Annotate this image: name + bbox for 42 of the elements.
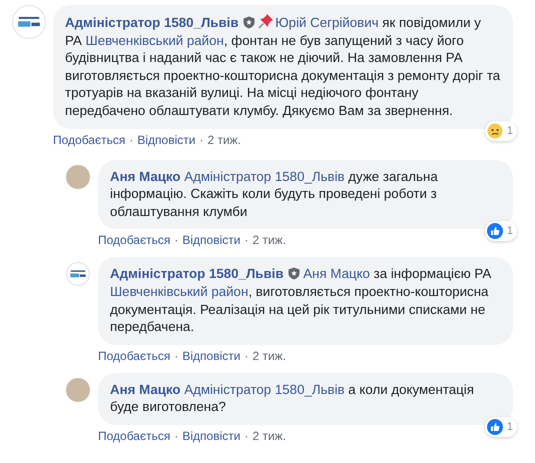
timestamp[interactable]: 2 тиж. (252, 428, 286, 444)
author-link[interactable]: Аня Мацко (110, 168, 180, 184)
mention-link[interactable]: Юрій Сегрійович (275, 15, 379, 30)
separator-dot: · (129, 132, 134, 148)
timestamp[interactable]: 2 тиж. (252, 232, 286, 248)
mention-link[interactable]: Адміністратор 1580_Львів (184, 168, 345, 184)
action-link[interactable]: Відповісти (182, 428, 240, 444)
logo-avatar-icon (66, 262, 90, 286)
action-link[interactable]: Подобається (98, 232, 170, 248)
comment-text: Адміністратор 1580_Львів Аня Мацко за інформацією РА Шевченківський район, виготовляється проектно-кошторисна документація. Реалізація на цей рік титульними списками не передбачена. (110, 265, 492, 336)
sad-face-icon (486, 122, 503, 139)
comment-text: Аня Мацко Адміністратор 1580_Львів дуже загальна інформацію. Скажіть коли будуть проведені роботи з облаштування клумби (110, 168, 439, 220)
thumbs-up-icon (486, 418, 503, 435)
mention-link[interactable]: Адміністратор 1580_Львів (184, 382, 345, 397)
avatar-photo-placeholder (66, 164, 90, 189)
action-link[interactable]: Відповісти (182, 232, 240, 248)
author-link[interactable]: Адміністратор 1580_Львів (65, 15, 239, 30)
comment-text: Аня Мацко Адміністратор 1580_Львів а коли документація буде виготовлена? (110, 380, 475, 416)
logo-avatar-icon (12, 5, 46, 39)
avatar-photo-placeholder (66, 378, 90, 402)
thumbs-up-icon (486, 223, 503, 240)
separator-dot: · (174, 232, 178, 248)
mention-link[interactable]: Аня Мацко (303, 266, 370, 282)
mention-link[interactable]: Шевченківський район (86, 32, 224, 48)
separator-dot: · (244, 348, 248, 364)
timestamp[interactable]: 2 тиж. (252, 348, 286, 364)
action-link[interactable]: Подобається (53, 132, 126, 148)
separator-dot: · (199, 132, 204, 148)
separator-dot: · (174, 428, 178, 444)
action-link[interactable]: Подобається (98, 348, 170, 364)
pushpin-icon (258, 13, 274, 29)
action-link[interactable]: Подобається (98, 428, 170, 444)
author-link[interactable]: Аня Мацко (110, 382, 180, 397)
separator-dot: · (174, 348, 178, 364)
mention-link[interactable]: Шевченківський район (110, 284, 248, 299)
timestamp[interactable]: 2 тиж. (207, 132, 242, 148)
author-link[interactable]: Адміністратор 1580_Львів (110, 266, 284, 282)
separator-dot: · (244, 428, 248, 444)
action-link[interactable]: Відповісти (182, 348, 240, 364)
separator-dot: · (244, 232, 248, 248)
comment-text: Адміністратор 1580_Львів Юрій Сегрійович як повідомили у РА Шевченківський район, фонтан не був запущений з часу його будівництва і наданий час є також не діючий. На замовлення РА виготовляється проектно-кошторисна документація з ремонту доріг та тротуарів на вказаній вулиці. На місці недіючого фонтану передбачено облаштувати клумбу. Дякуємо Вам за звернення. (65, 13, 501, 120)
action-link[interactable]: Відповісти (137, 132, 196, 148)
